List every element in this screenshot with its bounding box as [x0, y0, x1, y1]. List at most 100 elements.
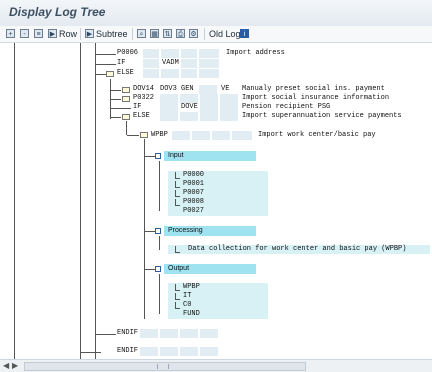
expand-box-icon[interactable] [155, 266, 161, 272]
field-cell [143, 59, 159, 68]
field-value: VE [221, 85, 230, 93]
scrollbar-track[interactable] [24, 362, 306, 371]
toolbar-separator [132, 28, 133, 40]
row-button[interactable]: ▶ Row [48, 27, 77, 40]
toolbar-separator [80, 28, 81, 40]
field-cell [160, 329, 178, 338]
field-cell [199, 49, 219, 58]
field-cell [200, 347, 218, 356]
tree-line [127, 135, 139, 136]
expand-icon[interactable]: + [6, 27, 15, 40]
field-cell [181, 49, 197, 58]
tree-line [126, 121, 127, 135]
field-cell [161, 49, 179, 58]
field-value: VADM [162, 59, 179, 67]
field-cell [160, 112, 178, 121]
tree-node-p0006[interactable]: P0006 [117, 49, 138, 58]
input-item[interactable]: P0001 [183, 180, 204, 189]
tree-line [96, 334, 116, 335]
scroll-left-icon[interactable]: ◀ [3, 361, 9, 370]
field-cell [172, 131, 190, 140]
input-item[interactable]: P0027 [183, 207, 204, 216]
output-item[interactable]: FUND [183, 310, 200, 319]
tree-node-desc: Import social insurance information [242, 94, 390, 102]
tree-line [144, 139, 145, 319]
tree-node-wpbp[interactable]: WPBP [151, 131, 168, 140]
field-cell [199, 69, 219, 78]
tree-node-if[interactable]: IF [117, 59, 125, 68]
tree-line [81, 352, 101, 353]
field-cell [232, 131, 252, 140]
document-icon [175, 190, 180, 197]
field-cell [180, 112, 198, 121]
folder-icon[interactable] [106, 71, 114, 77]
collapse-icon[interactable]: - [20, 27, 29, 40]
tree-node-dov14[interactable]: DOV14 [133, 85, 154, 94]
input-item[interactable]: P0000 [183, 171, 204, 180]
tree-line [159, 236, 160, 250]
section-header-processing[interactable]: Processing [164, 226, 256, 236]
output-item[interactable]: WPBP [183, 283, 200, 292]
input-item[interactable]: P0008 [183, 198, 204, 207]
tree-node-p0322[interactable]: P0322 [133, 94, 154, 103]
input-item[interactable]: P0007 [183, 189, 204, 198]
tree-node-if[interactable]: IF [133, 103, 141, 112]
expand-box-icon[interactable] [155, 228, 161, 234]
field-cell [220, 94, 238, 103]
processing-item[interactable]: Data collection for work center and basi… [188, 245, 406, 254]
tree-node-else[interactable]: ELSE [133, 112, 150, 121]
field-cell [220, 103, 238, 112]
tree-line [145, 156, 155, 157]
tree-line [111, 99, 121, 100]
output-item[interactable]: C0 [183, 301, 191, 310]
document-icon [175, 199, 180, 206]
tree-node-else[interactable]: ELSE [117, 69, 134, 78]
section-header-input[interactable]: Input [164, 151, 256, 161]
field-cell [180, 329, 198, 338]
subtree-button[interactable]: ▶ Subtree [85, 27, 128, 40]
tree-line [111, 117, 121, 118]
field-cell [199, 59, 219, 68]
folder-icon[interactable] [140, 132, 148, 138]
window-title: Display Log Tree [9, 5, 106, 19]
horizontal-scrollbar[interactable]: ◀ ▶ [0, 359, 432, 372]
expand-box-icon[interactable] [155, 153, 161, 159]
row-icon: ▶ [48, 29, 57, 38]
toolbar-separator [204, 28, 205, 40]
folder-icon[interactable] [122, 87, 130, 93]
folder-icon[interactable] [122, 96, 130, 102]
field-cell [200, 103, 218, 112]
scroll-right-icon[interactable]: ▶ [12, 361, 18, 370]
tree-line [145, 231, 155, 232]
folder-icon[interactable] [122, 114, 130, 120]
document-icon [175, 172, 180, 179]
document-icon [175, 284, 180, 291]
tree-node-endif[interactable]: ENDIF [117, 347, 138, 356]
output-item[interactable]: IT [183, 292, 191, 301]
field-cell [200, 94, 218, 103]
table-icon[interactable]: ▦ [150, 27, 159, 40]
detail-icon[interactable]: ≡ [34, 27, 43, 40]
title-bar: Display Log Tree [0, 0, 432, 27]
old-log-button[interactable]: Old Log [209, 27, 241, 40]
document-icon [175, 293, 180, 300]
tree-node-desc: Import work center/basic pay [258, 131, 376, 139]
field-value: GEN [181, 85, 194, 93]
tree-line [159, 274, 160, 314]
scrollbar-grip[interactable] [157, 364, 169, 369]
tree-line [14, 43, 15, 359]
tree-line [111, 90, 121, 91]
tree-node-endif[interactable]: ENDIF [117, 329, 138, 338]
info-icon[interactable]: i [240, 27, 249, 40]
tree-node-desc: Pension recipient PSG [242, 103, 331, 111]
field-cell [200, 112, 218, 121]
section-header-output[interactable]: Output [164, 264, 256, 274]
field-cell [160, 94, 178, 103]
find-icon[interactable]: ⌕ [137, 27, 146, 40]
print-icon[interactable]: ⎙ [176, 27, 185, 40]
sort-icon[interactable]: ⇅ [163, 27, 172, 40]
settings-icon[interactable]: ⚙ [189, 27, 198, 40]
document-icon [175, 302, 180, 309]
field-cell [180, 94, 198, 103]
tree-line [80, 43, 81, 359]
